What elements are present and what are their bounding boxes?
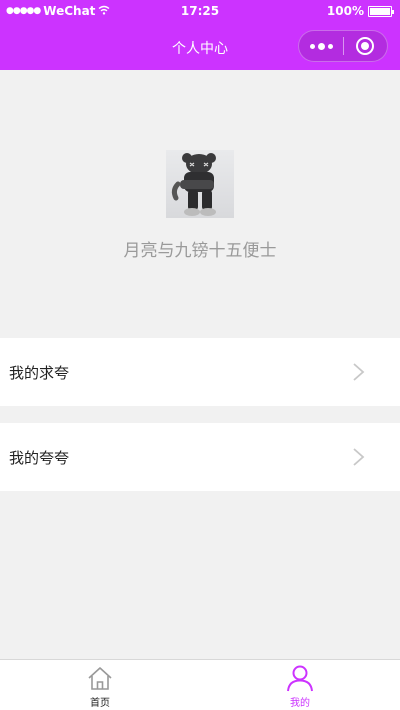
menu-item-label: 我的求夸 [9, 364, 70, 382]
avatar[interactable] [166, 150, 234, 218]
tab-label: 首页 [90, 698, 110, 709]
more-button[interactable] [299, 31, 343, 61]
menu-item-label: 我的夸夸 [9, 449, 70, 467]
more-dot-icon [317, 42, 325, 50]
status-bar: ●●●●● WeChat 17:25 100% [0, 0, 400, 24]
nav-bar: 个人中心 [0, 24, 400, 70]
battery-percent: 100% [326, 4, 364, 18]
profile-section: 月亮与九镑十五便士 [0, 70, 400, 338]
more-dot-icon [327, 43, 333, 49]
battery-group: 100% [326, 4, 394, 18]
target-icon [356, 37, 375, 55]
tab-me[interactable]: 我的 [200, 660, 400, 710]
username: 月亮与九镑十五便士 [123, 241, 277, 261]
more-dot-icon [309, 43, 315, 49]
tab-bar: 首页 我的 [0, 659, 400, 710]
tab-label: 我的 [290, 698, 310, 709]
menu-item-my-praises[interactable]: 我的夸夸 [0, 423, 400, 491]
chevron-right-icon [353, 363, 365, 381]
tab-home[interactable]: 首页 [0, 660, 200, 710]
battery-icon [368, 5, 394, 17]
chevron-right-icon [353, 448, 365, 466]
miniprogram-capsule [298, 30, 388, 62]
home-icon [88, 667, 112, 690]
menu-item-my-requests[interactable]: 我的求夸 [0, 338, 400, 406]
user-icon [287, 665, 313, 692]
avatar-figure-icon [171, 153, 216, 216]
close-miniprogram-button[interactable] [344, 31, 387, 61]
